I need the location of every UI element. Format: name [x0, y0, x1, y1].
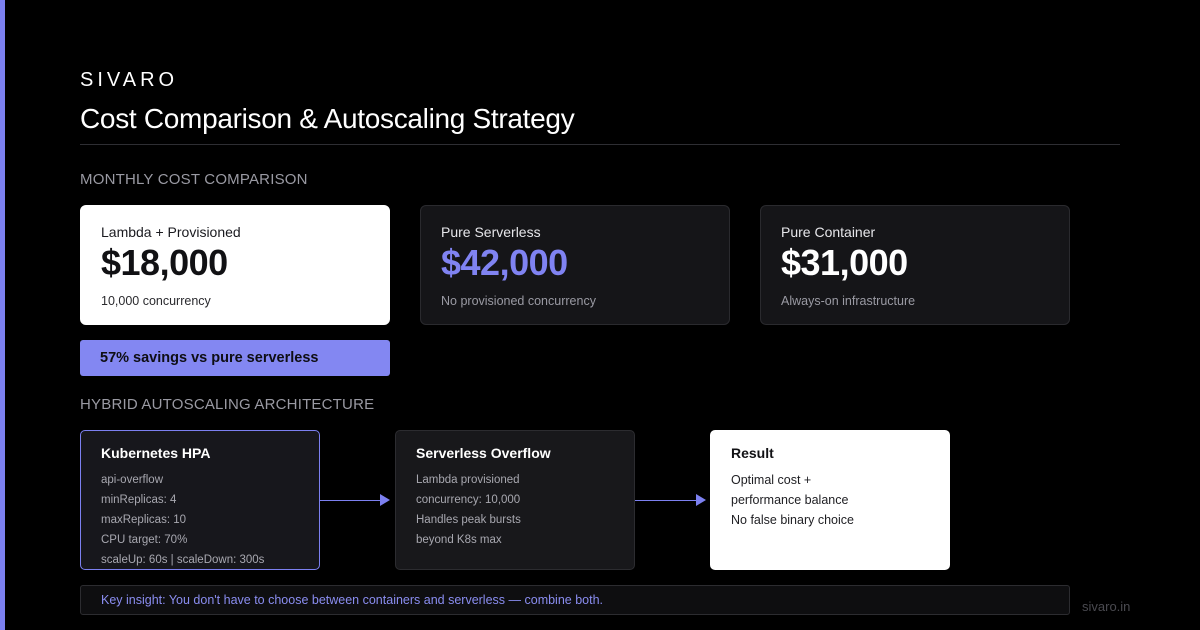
key-insight-banner: Key insight: You don't have to choose be… [80, 585, 1070, 615]
cost-card-note: Always-on infrastructure [781, 294, 916, 308]
flow-box-line: Lambda provisioned [416, 474, 520, 486]
flow-arrow-right [320, 493, 390, 507]
cost-card-value: $31,000 [781, 242, 908, 283]
savings-badge: 57% savings vs pure serverless [80, 340, 390, 376]
flow-box-line: minReplicas: 4 [101, 494, 177, 506]
flow-box-line: scaleUp: 60s | scaleDown: 300s [101, 554, 265, 566]
cost-card-value: $42,000 [441, 242, 568, 283]
flow-box-line: Optimal cost + [731, 473, 812, 487]
flow-box-details: Lambda provisioned concurrency: 10,000 H… [416, 470, 614, 550]
cost-section-label: MONTHLY COST COMPARISON [80, 171, 308, 188]
flow-box-title: Result [731, 445, 774, 461]
cost-card-value: $18,000 [101, 242, 228, 283]
flow-box-details: api-overflow minReplicas: 4 maxReplicas:… [101, 470, 299, 570]
serverless-overflow-box: Serverless Overflow Lambda provisioned c… [395, 430, 635, 570]
page-title: Cost Comparison & Autoscaling Strategy [80, 103, 575, 134]
cost-card-note: No provisioned concurrency [441, 294, 596, 308]
title-divider [80, 144, 1120, 145]
flow-box-details: Optimal cost + performance balance No fa… [731, 470, 929, 530]
flow-box-line: No false binary choice [731, 513, 854, 527]
flow-box-line: beyond K8s max [416, 534, 502, 546]
flow-box-title: Serverless Overflow [416, 445, 551, 461]
kubernetes-hpa-box: Kubernetes HPA api-overflow minReplicas:… [80, 430, 320, 570]
flow-box-line: Handles peak bursts [416, 514, 521, 526]
cost-card-label: Pure Container [781, 224, 876, 240]
footer-domain: sivaro.in [1082, 599, 1131, 614]
flow-arrow-right [635, 493, 706, 507]
cost-card-pure-container: Pure Container $31,000 Always-on infrast… [760, 205, 1070, 325]
brand-logo: SIVARO [80, 69, 179, 91]
flow-box-line: performance balance [731, 493, 849, 507]
flow-box-line: maxReplicas: 10 [101, 514, 187, 526]
cost-card-note: 10,000 concurrency [101, 294, 211, 308]
cost-card-lambda-provisioned: Lambda + Provisioned $18,000 10,000 conc… [80, 205, 390, 325]
accent-bar [0, 0, 5, 630]
cost-card-pure-serverless: Pure Serverless $42,000 No provisioned c… [420, 205, 730, 325]
cost-card-label: Lambda + Provisioned [101, 224, 241, 240]
cost-card-label: Pure Serverless [441, 224, 541, 240]
flow-box-line: CPU target: 70% [101, 534, 188, 546]
flow-box-line: concurrency: 10,000 [416, 494, 521, 506]
architecture-section-label: HYBRID AUTOSCALING ARCHITECTURE [80, 396, 375, 413]
result-box: Result Optimal cost + performance balanc… [710, 430, 950, 570]
flow-box-line: api-overflow [101, 474, 163, 486]
flow-box-title: Kubernetes HPA [101, 445, 211, 461]
